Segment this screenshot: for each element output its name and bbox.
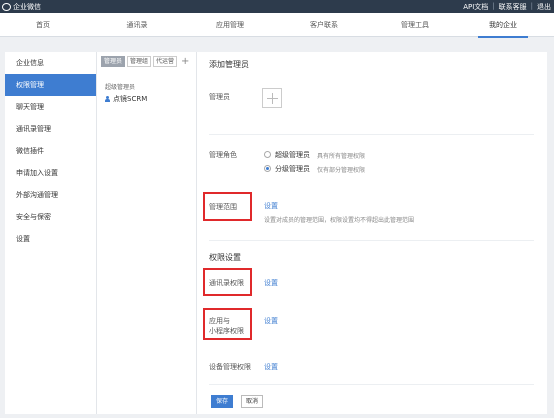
menu-contacts-management[interactable]: 通讯录管理 [5,118,96,140]
app-permission-label-line1: 应用与 [209,317,230,325]
app-permission-label-line2: 小程序权限 [209,327,244,335]
admin-list-panel: 管理员 管理组 代运营 + 超级管理员 点镜SCRM [96,52,197,414]
tab-management-tools[interactable]: 管理工具 [390,13,440,37]
grade-admin-option-label[interactable]: 分级管理员 [275,164,310,174]
menu-external-communication[interactable]: 外部沟通管理 [5,184,96,206]
top-links: API文档 | 联系客服 | 退出 [463,2,551,12]
add-admin-plus-icon[interactable] [262,88,282,108]
super-admin-radio[interactable] [264,151,271,158]
tab-admin-groups[interactable]: 管理组 [127,56,152,67]
menu-chat-management[interactable]: 聊天管理 [5,96,96,118]
grade-admin-option-desc: 仅有部分管理权限 [317,167,366,174]
member-name: 点镜SCRM [113,95,148,103]
add-admin-form: 添加管理员 管理员 管理角色 超级管理员 具有所有管理权限 分级管理员 仅有部分… [197,52,547,414]
top-bar: 企业微信 API文档 | 联系客服 | 退出 [0,0,554,13]
contact-support-link[interactable]: 联系客服 [499,2,527,12]
tab-customer-contact[interactable]: 客户联系 [299,13,349,37]
scope-label: 管理范围 [209,203,237,211]
logout-link[interactable]: 退出 [537,2,551,12]
grade-admin-radio[interactable] [264,165,271,172]
super-admin-option-desc: 具有所有管理权限 [317,153,366,160]
tab-admins[interactable]: 管理员 [101,56,126,67]
left-menu: 企业信息 权限管理 聊天管理 通讯录管理 微信插件 申请加入设置 外部沟通管理 … [5,52,96,414]
permission-section-title: 权限设置 [209,253,241,262]
admin-tabs: 管理员 管理组 代运营 + [101,56,189,67]
cancel-button[interactable]: 取消 [241,395,263,408]
tab-app-management[interactable]: 应用管理 [205,13,255,37]
tab-contacts[interactable]: 通讯录 [112,13,162,37]
separator: | [530,2,533,10]
contacts-permission-label: 通讯录权限 [209,279,244,287]
person-icon [105,96,110,102]
super-admin-option-label[interactable]: 超级管理员 [275,150,310,160]
app-name: 企业微信 [13,3,41,11]
device-permission-label: 设备管理权限 [209,363,251,371]
main-nav: 首页 通讯录 应用管理 客户联系 管理工具 我的企业 [0,13,554,38]
admin-list-item[interactable]: 点镜SCRM [105,94,147,104]
divider [209,240,534,241]
admin-label: 管理员 [209,93,230,101]
tab-home[interactable]: 首页 [18,13,68,37]
super-admin-group-label: 超级管理员 [105,84,136,91]
api-docs-link[interactable]: API文档 [463,2,488,12]
menu-wechat-plugin[interactable]: 微信插件 [5,140,96,162]
save-button[interactable]: 保存 [211,395,233,408]
scope-description: 设置对成员的管理范围，权限设置均不得超出此管理范围 [264,217,415,224]
scope-settings-link[interactable]: 设置 [264,201,278,211]
page-title: 添加管理员 [209,60,249,69]
menu-settings[interactable]: 设置 [5,228,96,250]
device-permission-settings-link[interactable]: 设置 [264,362,278,372]
plus-icon[interactable]: + [179,56,189,67]
menu-enterprise-info[interactable]: 企业信息 [5,52,96,74]
menu-join-settings[interactable]: 申请加入设置 [5,162,96,184]
divider [209,384,534,385]
separator: | [492,2,495,10]
tab-my-enterprise[interactable]: 我的企业 [478,13,528,38]
menu-permission-management[interactable]: 权限管理 [5,74,96,96]
role-label: 管理角色 [209,151,237,159]
menu-security[interactable]: 安全与保密 [5,206,96,228]
divider [209,134,534,135]
chat-bubble-icon [2,3,11,11]
app-logo[interactable]: 企业微信 [2,2,41,12]
tab-agency[interactable]: 代运营 [153,56,178,67]
contacts-permission-settings-link[interactable]: 设置 [264,278,278,288]
app-permission-settings-link[interactable]: 设置 [264,316,278,326]
